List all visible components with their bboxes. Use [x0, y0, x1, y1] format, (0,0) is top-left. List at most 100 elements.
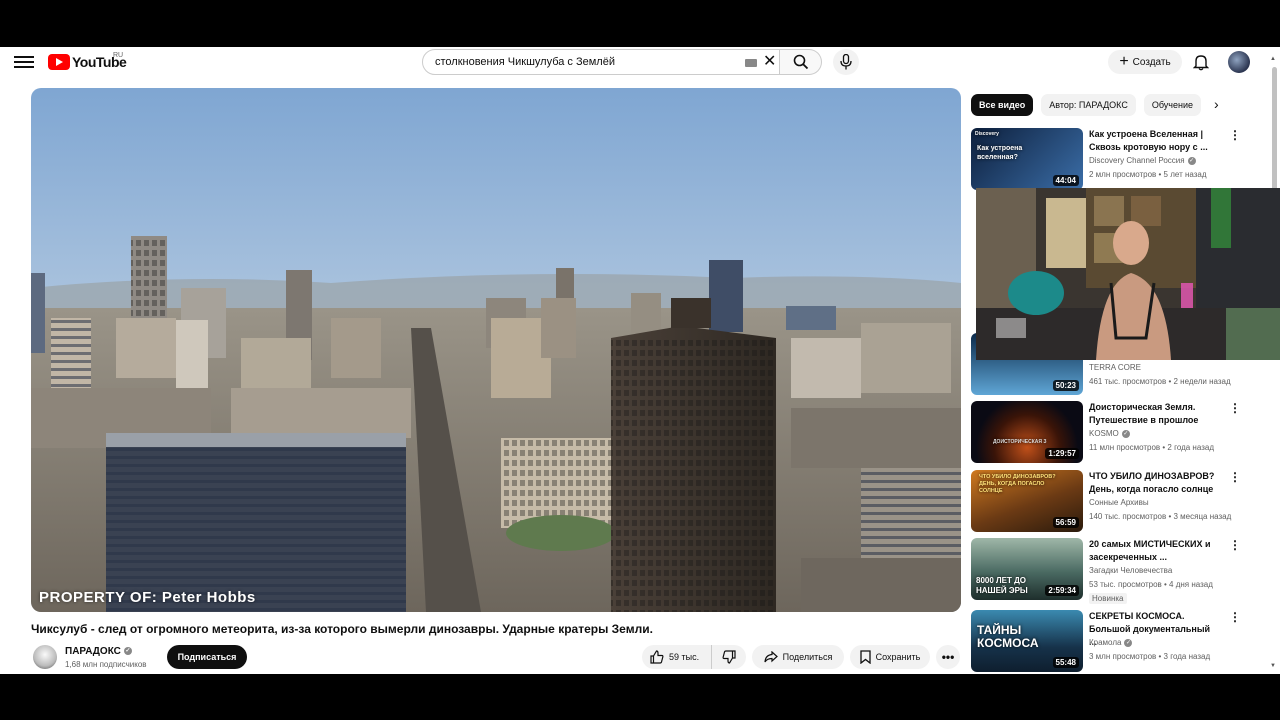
keyboard-icon[interactable]	[745, 59, 757, 67]
more-vertical-icon[interactable]: ⋮	[1229, 401, 1241, 415]
search-box[interactable]: ✕	[422, 49, 780, 75]
recommendation-thumbnail: ТАЙНЫ КОСМОСА 55:48	[971, 610, 1083, 672]
recommendation-channel: Загадки Человечества	[1089, 566, 1173, 575]
bookmark-icon	[859, 650, 871, 664]
search-icon	[793, 54, 809, 70]
channel-label: Discovery Channel Россия	[1089, 156, 1185, 165]
verified-icon: ✓	[1121, 429, 1130, 438]
save-label: Сохранить	[875, 652, 921, 662]
more-vertical-icon[interactable]: ⋮	[1229, 610, 1241, 624]
chip-from-author[interactable]: Автор: ПАРАДОКС	[1041, 94, 1136, 116]
recommendation-channel: Discovery Channel Россия ✓	[1089, 156, 1196, 165]
channel-name-link[interactable]: ПАРАДОКС ✓	[65, 646, 132, 657]
recommendation-thumbnail: Discovery Как устроена вселенная? 44:04	[971, 128, 1083, 190]
recommendation-title: Доисторическая Земля. Путешествие в прош…	[1089, 402, 1199, 425]
like-dislike-group: 59 тыс.	[642, 645, 746, 669]
new-badge: Новинка	[1089, 593, 1127, 604]
recommendation-channel: TERRA CORE	[1089, 363, 1142, 372]
webcam-overlay	[976, 188, 1280, 360]
video-player[interactable]: PROPERTY OF: Peter Hobbs	[31, 88, 961, 612]
like-button[interactable]: 59 тыс.	[642, 645, 712, 669]
webcam-image-streamer	[976, 188, 1280, 360]
recommendation-title: Как устроена Вселенная | Сквозь кротовую…	[1089, 129, 1208, 152]
search-button[interactable]	[780, 49, 822, 75]
recommendation-meta: 2 млн просмотров • 5 лет назад	[1089, 170, 1207, 179]
thumbnail-text: Как устроена вселенная?	[977, 145, 1023, 161]
recommendation-channel: KOSMO ✓	[1089, 429, 1130, 438]
thumbs-up-icon	[650, 650, 664, 664]
recommendation-thumbnail: ЧТО УБИЛО ДИНОЗАВРОВ? ДЕНЬ, КОГДА ПОГАСЛ…	[971, 470, 1083, 532]
video-duration: 44:04	[1052, 175, 1079, 186]
recommendation-meta: 3 млн просмотров • 3 года назад	[1089, 652, 1211, 661]
verified-icon: ✓	[1187, 156, 1196, 165]
thumbnail-text: ЧТО УБИЛО ДИНОЗАВРОВ? ДЕНЬ, КОГДА ПОГАСЛ…	[979, 474, 1056, 494]
youtube-play-icon	[48, 54, 70, 70]
video-watermark: PROPERTY OF: Peter Hobbs	[39, 589, 256, 606]
recommendation-item[interactable]: ТАЙНЫ КОСМОСА 55:48 СЕКРЕТЫ КОСМОСА. Бол…	[971, 610, 1241, 672]
recommendation-title: ЧТО УБИЛО ДИНОЗАВРОВ? День, когда погасл…	[1089, 471, 1215, 494]
video-duration: 2:59:34	[1045, 585, 1079, 596]
recommendation-channel: Сонные Архивы	[1089, 498, 1149, 507]
dislike-button[interactable]	[712, 650, 746, 664]
more-vertical-icon[interactable]: ⋮	[1229, 470, 1241, 484]
microphone-icon	[840, 54, 852, 70]
subscribe-button[interactable]: Подписаться	[167, 645, 247, 669]
related-filter-chips: Все видео Автор: ПАРАДОКС Обучение	[971, 94, 1209, 116]
thumbs-down-icon	[722, 650, 736, 664]
recommendation-meta: 53 тыс. просмотров • 4 дня назад	[1089, 580, 1213, 589]
chip-education[interactable]: Обучение	[1143, 94, 1201, 116]
recommendation-channel: Крамола ✓	[1089, 638, 1133, 647]
channel-name: ПАРАДОКС	[65, 646, 121, 657]
video-title: Чиксулуб - след от огромного метеорита, …	[31, 622, 653, 636]
recommendation-item[interactable]: Discovery Как устроена вселенная? 44:04 …	[971, 128, 1241, 190]
chevron-right-icon[interactable]: ›	[1214, 96, 1219, 112]
like-count: 59 тыс.	[669, 652, 700, 662]
scroll-down-arrow-icon[interactable]: ▼	[1270, 663, 1276, 669]
save-button[interactable]: Сохранить	[850, 645, 930, 669]
create-label: Создать	[1132, 56, 1171, 68]
youtube-watch-page: YouTube RU ✕ + Создать	[0, 47, 1280, 674]
share-label: Поделиться	[782, 652, 833, 662]
more-vertical-icon[interactable]: ⋮	[1229, 128, 1241, 142]
thumbnail-brand: Discovery	[975, 131, 999, 137]
subscriber-count: 1,68 млн подписчиков	[65, 660, 147, 669]
voice-search-button[interactable]	[833, 49, 859, 75]
plus-icon: +	[1119, 53, 1129, 70]
thumbnail-text: ДОИСТОРИЧЕСКАЯ З	[993, 439, 1047, 445]
recommendation-item[interactable]: 8000 ЛЕТ ДО НАШЕЙ ЭРЫ 2:59:34 20 самых М…	[971, 538, 1241, 604]
channel-label: Крамола	[1089, 638, 1122, 647]
recommendation-thumbnail: ДОИСТОРИЧЕСКАЯ З 1:29:57	[971, 401, 1083, 463]
video-duration: 56:59	[1052, 517, 1079, 528]
account-avatar[interactable]	[1228, 51, 1250, 73]
chip-all-videos[interactable]: Все видео	[971, 94, 1034, 116]
notifications-button[interactable]	[1192, 53, 1210, 76]
verified-icon: ✓	[123, 647, 132, 656]
logo-region: RU	[113, 52, 124, 59]
scroll-up-arrow-icon[interactable]: ▲	[1270, 56, 1276, 62]
video-frame-city-aerial	[31, 88, 961, 612]
recommendation-meta: 11 млн просмотров • 2 года назад	[1089, 443, 1214, 452]
search-input[interactable]	[433, 55, 737, 69]
video-duration: 1:29:57	[1045, 448, 1079, 459]
menu-icon[interactable]	[14, 53, 34, 71]
thumbnail-text: 8000 ЛЕТ ДО НАШЕЙ ЭРЫ	[976, 576, 1028, 595]
more-vertical-icon[interactable]: ⋮	[1229, 538, 1241, 552]
recommendation-meta: 461 тыс. просмотров • 2 недели назад	[1089, 377, 1231, 386]
channel-avatar[interactable]	[33, 645, 57, 669]
channel-label: KOSMO	[1089, 429, 1119, 438]
recommendation-thumbnail: 8000 ЛЕТ ДО НАШЕЙ ЭРЫ 2:59:34	[971, 538, 1083, 600]
bell-icon	[1192, 55, 1210, 71]
masthead: YouTube RU ✕ + Создать	[0, 47, 1280, 77]
recommendation-item[interactable]: ЧТО УБИЛО ДИНОЗАВРОВ? ДЕНЬ, КОГДА ПОГАСЛ…	[971, 470, 1241, 532]
recommendation-title: 20 самых МИСТИЧЕСКИХ и засекреченных ...	[1089, 539, 1211, 562]
clear-search-icon[interactable]: ✕	[763, 53, 776, 71]
share-icon	[764, 651, 778, 663]
share-button[interactable]: Поделиться	[752, 645, 844, 669]
recommendation-meta: 140 тыс. просмотров • 3 месяца назад	[1089, 512, 1232, 521]
verified-icon: ✓	[1124, 638, 1133, 647]
more-actions-button[interactable]: •••	[936, 645, 960, 669]
recommendation-item[interactable]: ДОИСТОРИЧЕСКАЯ З 1:29:57 Доисторическая …	[971, 401, 1241, 463]
create-button[interactable]: + Создать	[1108, 50, 1182, 74]
thumbnail-text: ТАЙНЫ КОСМОСА	[977, 623, 1039, 650]
video-duration: 50:23	[1052, 380, 1079, 391]
